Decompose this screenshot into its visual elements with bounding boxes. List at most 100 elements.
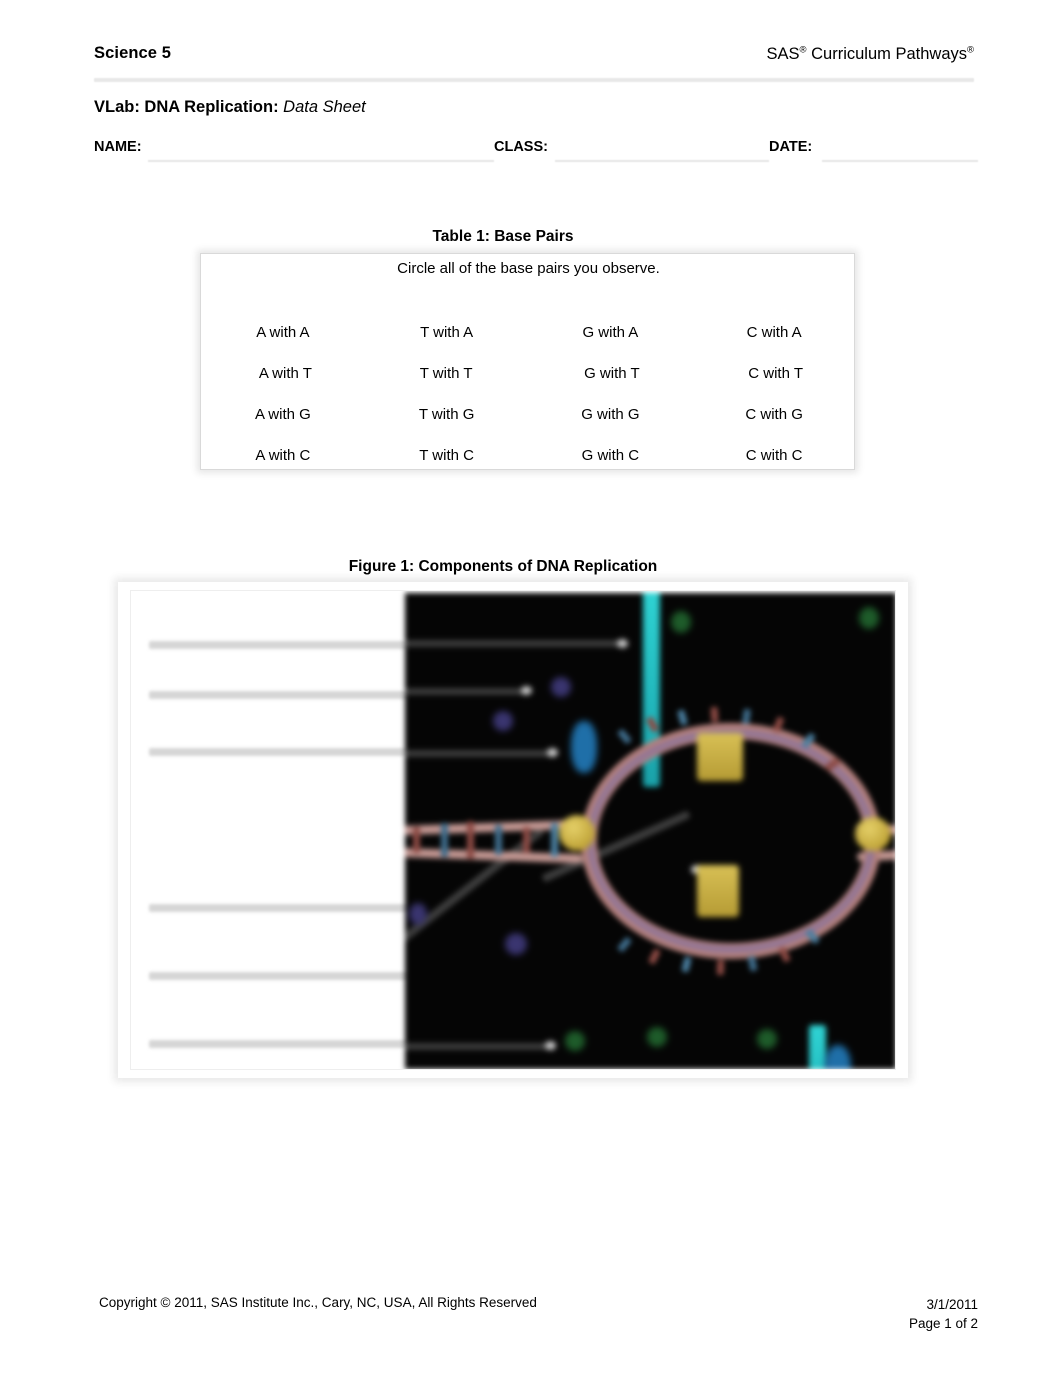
course-title: Science 5: [94, 44, 172, 62]
base-pair-option[interactable]: G with A: [529, 324, 693, 341]
base-pair-rung: [523, 827, 530, 853]
leader-line: [405, 688, 527, 695]
brand-curriculum-pathways: Curriculum Pathways: [806, 45, 967, 63]
base-pair-option[interactable]: G with G: [529, 406, 693, 423]
base-pair-option[interactable]: T with G: [365, 406, 529, 423]
base-pair-rung: [413, 827, 420, 853]
base-pair-option[interactable]: C with G: [692, 406, 856, 423]
base-pair-rung: [677, 709, 688, 726]
answer-line[interactable]: [149, 904, 411, 912]
leader-endpoint-icon: [547, 748, 558, 757]
nucleotide-blob: [505, 933, 527, 955]
answer-line[interactable]: [149, 691, 411, 699]
base-pair-option[interactable]: C with T: [692, 365, 856, 382]
base-pair-option[interactable]: C with C: [692, 447, 856, 464]
base-pair-option[interactable]: T with C: [365, 447, 529, 464]
page-footer: Copyright © 2011, SAS Institute Inc., Ca…: [94, 1295, 978, 1345]
table-row: A with A T with A G with A C with A: [201, 312, 856, 353]
enzyme-node-right: [855, 817, 891, 851]
table-1-base-pairs: Circle all of the base pairs you observe…: [200, 253, 855, 470]
nucleotide-blob-green: [565, 1031, 585, 1051]
figure-1-caption: Figure 1: Components of DNA Replication: [348, 558, 658, 575]
page-header: Science 5 SAS® Curriculum Pathways®: [94, 44, 974, 70]
table-1-instruction: Circle all of the base pairs you observe…: [397, 260, 660, 277]
class-field-group: CLASS:: [494, 138, 769, 162]
date-label: DATE:: [769, 139, 813, 155]
page-title-italic: Data Sheet: [283, 98, 366, 116]
base-pair-rung: [551, 823, 558, 857]
table-row: A with C T with C G with C C with C: [201, 435, 856, 476]
page-title: VLab: DNA Replication: Data Sheet: [94, 98, 366, 117]
nucleotide-blob-green: [757, 1029, 777, 1049]
name-label: NAME:: [94, 139, 142, 155]
answer-line[interactable]: [149, 641, 411, 649]
dna-illustration-panel: [405, 593, 895, 1069]
date-field-group: DATE:: [769, 138, 978, 162]
brand-sas: SAS: [766, 45, 800, 63]
leader-endpoint-icon: [617, 639, 628, 648]
name-field-group: NAME:: [94, 138, 494, 162]
answer-line[interactable]: [149, 748, 411, 756]
base-pair-option[interactable]: A with T: [201, 365, 366, 382]
base-pair-rung: [716, 959, 725, 976]
base-pair-option[interactable]: T with T: [366, 365, 527, 382]
marker-bar-bottom: [809, 1025, 826, 1069]
base-pair-rung: [467, 821, 474, 859]
leader-endpoint-icon: [521, 686, 532, 695]
enzyme-block-top: [697, 733, 743, 781]
leader-line: [405, 750, 555, 757]
nucleotide-blob-blue: [571, 721, 597, 773]
leader-line: [405, 1043, 555, 1050]
enzyme-node-left: [559, 815, 595, 851]
base-pair-option[interactable]: A with A: [201, 324, 365, 341]
answer-line[interactable]: [149, 1040, 411, 1048]
header-divider: [94, 78, 974, 82]
figure-1-container: [118, 582, 908, 1078]
page-title-bold: VLab: DNA Replication:: [94, 98, 279, 116]
name-input[interactable]: [148, 160, 494, 162]
identification-row: NAME: CLASS: DATE:: [94, 138, 978, 162]
document-page: Science 5 SAS® Curriculum Pathways® VLab…: [0, 0, 1062, 1377]
footer-date: 3/1/2011: [926, 1297, 978, 1312]
footer-meta: 3/1/2011 Page 1 of 2: [909, 1295, 978, 1333]
nucleotide-blob-blue: [825, 1045, 851, 1069]
base-pair-rung: [616, 728, 633, 745]
base-pair-option[interactable]: A with C: [201, 447, 365, 464]
base-pair-rung: [710, 706, 719, 723]
leader-line: [405, 640, 623, 647]
base-pair-option[interactable]: T with A: [365, 324, 529, 341]
leader-endpoint-icon: [545, 1041, 556, 1050]
date-input[interactable]: [822, 160, 978, 162]
nucleotide-blob: [409, 903, 427, 925]
base-pair-rung: [648, 948, 661, 965]
base-pair-rung: [616, 936, 633, 953]
brand-title: SAS® Curriculum Pathways®: [767, 45, 975, 64]
nucleotide-blob-green: [647, 1027, 667, 1047]
base-pair-option[interactable]: G with C: [529, 447, 693, 464]
table-1-caption: Table 1: Base Pairs: [432, 228, 574, 245]
base-pair-rung: [441, 823, 448, 857]
base-pair-rung: [495, 825, 502, 855]
nucleotide-blob-green: [859, 607, 879, 629]
registered-mark-icon-2: ®: [967, 44, 974, 56]
class-label: CLASS:: [494, 139, 548, 155]
class-input[interactable]: [555, 160, 769, 162]
nucleotide-blob-green: [671, 611, 691, 633]
base-pair-rung: [747, 955, 758, 972]
base-pair-grid: A with A T with A G with A C with A A wi…: [201, 312, 856, 476]
figure-1-screenshot: [130, 590, 896, 1070]
base-pair-option[interactable]: A with G: [201, 406, 365, 423]
base-pair-option[interactable]: C with A: [692, 324, 856, 341]
base-pair-option[interactable]: G with T: [527, 365, 693, 382]
copyright-text: Copyright © 2011, SAS Institute Inc., Ca…: [99, 1295, 537, 1310]
nucleotide-blob: [551, 677, 571, 697]
enzyme-block-bottom: [697, 865, 739, 917]
nucleotide-blob: [493, 711, 513, 731]
base-pair-rung: [741, 708, 752, 725]
table-row: A with T T with T G with T C with T: [201, 353, 856, 394]
answer-line[interactable]: [149, 972, 411, 980]
table-row: A with G T with G G with G C with G: [201, 394, 856, 435]
registered-mark-icon: ®: [799, 44, 807, 56]
base-pair-rung: [681, 956, 692, 973]
page-number: Page 1 of 2: [908, 1316, 978, 1331]
